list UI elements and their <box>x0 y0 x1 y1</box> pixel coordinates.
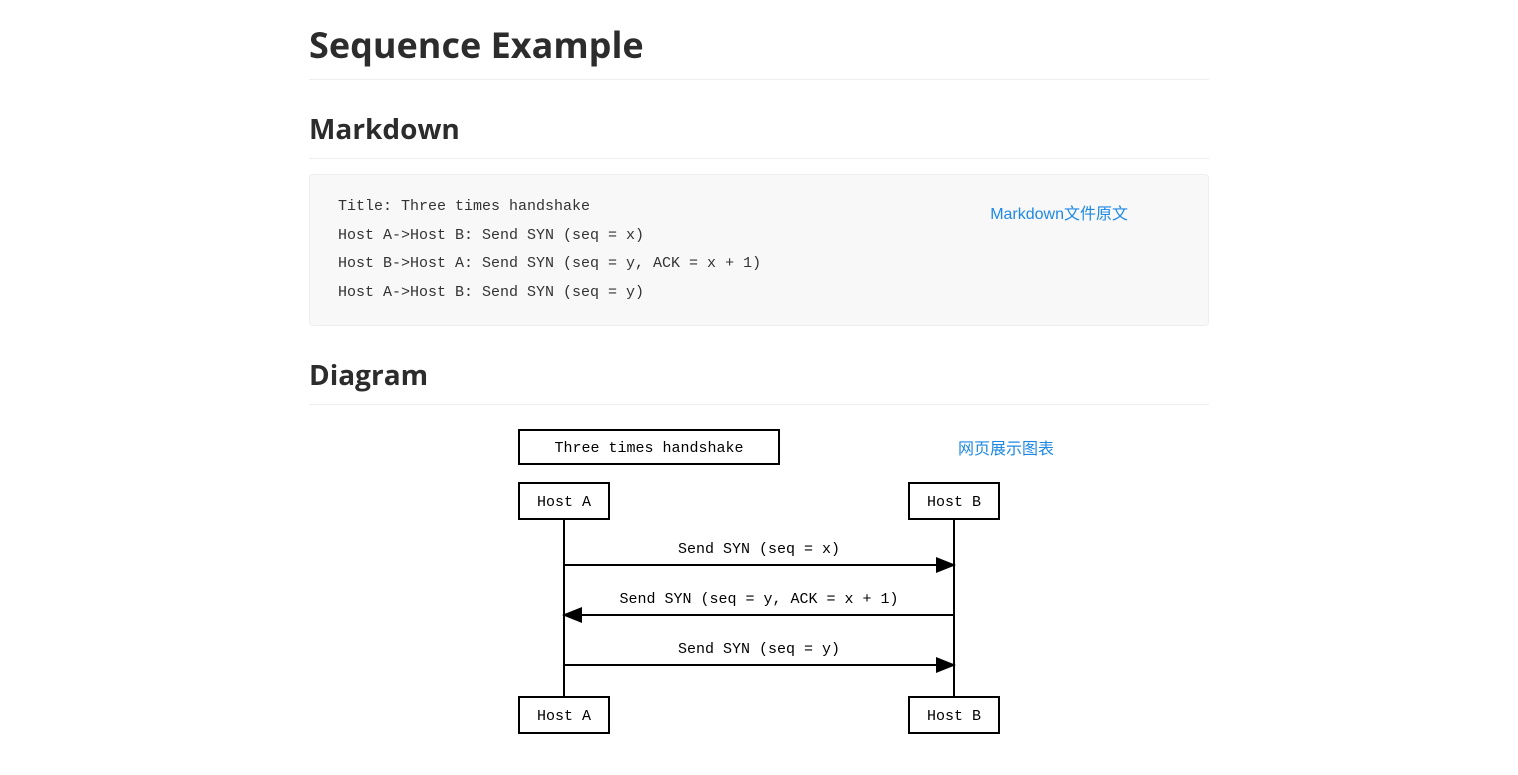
diagram-title-text: Three times handshake <box>554 440 743 457</box>
sequence-diagram: Three times handshake Host A Host B Send… <box>499 425 1019 755</box>
code-line: Host A->Host B: Send SYN (seq = y) <box>338 284 644 301</box>
section-markdown-heading: Markdown <box>309 110 1209 159</box>
diagram-container: 网页展示图表 Three times handshake Host A Host… <box>309 425 1209 755</box>
msg1-text: Send SYN (seq = x) <box>678 541 840 558</box>
section-diagram-heading: Diagram <box>309 356 1209 405</box>
code-line: Title: Three times handshake <box>338 198 590 215</box>
annotation-diagram-display: 网页展示图表 <box>958 435 1054 459</box>
msg3-text: Send SYN (seq = y) <box>678 641 840 658</box>
page-title: Sequence Example <box>309 20 1209 80</box>
actor-b-top-text: Host B <box>927 494 981 511</box>
code-line: Host B->Host A: Send SYN (seq = y, ACK =… <box>338 255 761 272</box>
markdown-code-block: Title: Three times handshake Host A->Hos… <box>309 174 1209 326</box>
actor-a-top-text: Host A <box>537 494 591 511</box>
code-line: Host A->Host B: Send SYN (seq = x) <box>338 227 644 244</box>
actor-b-bottom-text: Host B <box>927 708 981 725</box>
msg2-text: Send SYN (seq = y, ACK = x + 1) <box>619 591 898 608</box>
annotation-markdown-source: Markdown文件原文 <box>990 200 1128 224</box>
actor-a-bottom-text: Host A <box>537 708 591 725</box>
